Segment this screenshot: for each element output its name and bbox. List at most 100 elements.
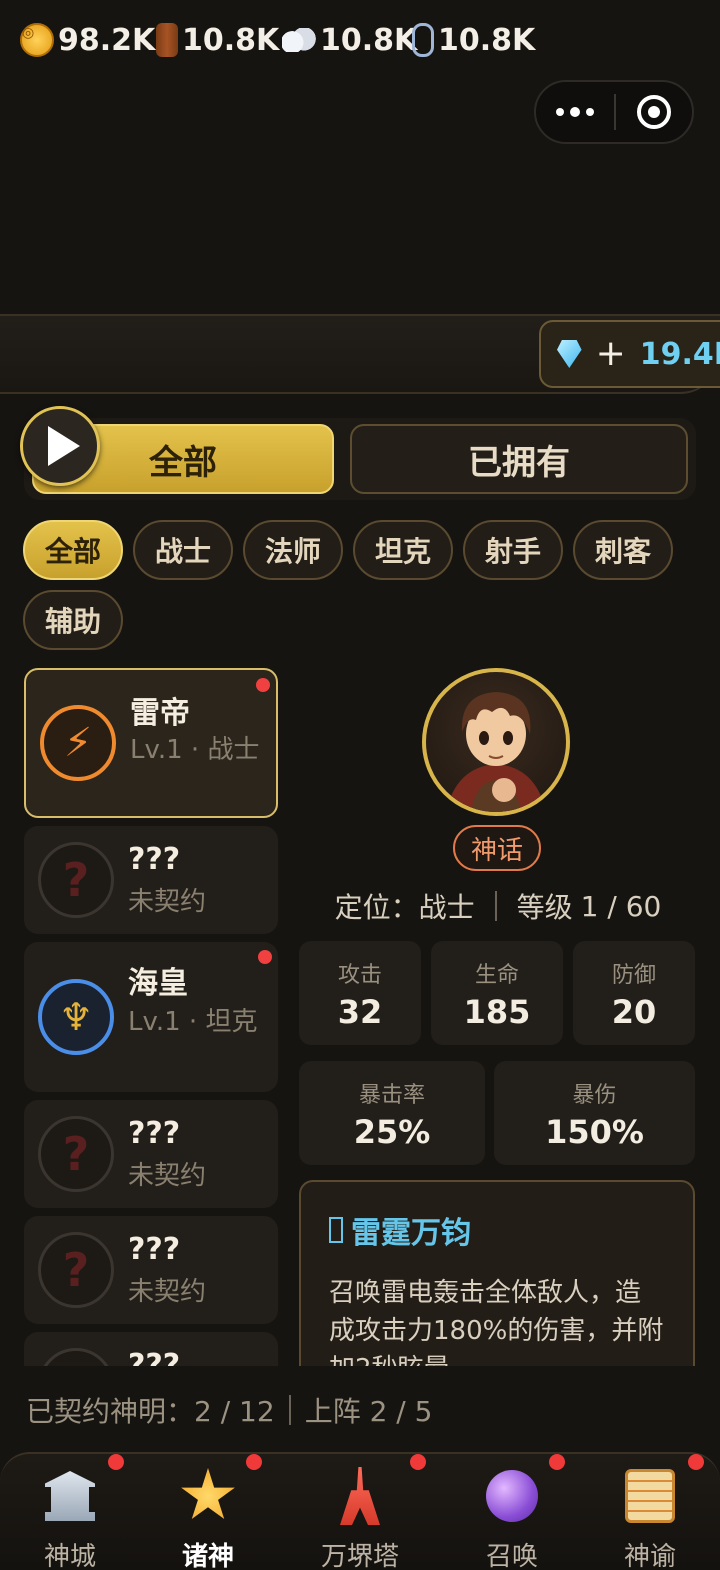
stat-label: 暴击率 xyxy=(358,1083,425,1108)
resource-gold: ◎ 98.2K xyxy=(20,0,155,80)
filter-all[interactable]: 全部 xyxy=(23,520,123,580)
position-label: 定位： xyxy=(334,891,419,924)
skill-title-text: 雷霆万钧 xyxy=(351,1216,471,1251)
hero-portrait xyxy=(422,668,570,816)
hero-card-locked[interactable]: ? ??? 未契约 xyxy=(24,826,278,934)
question-icon: ? xyxy=(38,1116,114,1192)
nav-summon[interactable]: 召唤 xyxy=(452,1454,572,1570)
stat-label: 攻击 xyxy=(337,963,382,988)
hero-name: ??? xyxy=(128,1116,181,1151)
nav-label: 召唤 xyxy=(485,1542,538,1570)
gem-value: 19.4K xyxy=(639,336,720,372)
stat-value: 20 xyxy=(611,993,657,1031)
contracted-count: 已契约神明：2 / 12 xyxy=(26,1395,275,1428)
question-icon: ? xyxy=(38,842,114,918)
wood-log-icon xyxy=(156,23,178,57)
close-miniprogram-icon[interactable] xyxy=(616,82,692,142)
stone-icon xyxy=(282,28,316,52)
hero-name: ??? xyxy=(128,842,181,877)
stat-attack: 攻击 32 xyxy=(299,941,421,1045)
level-label: 等级 xyxy=(516,891,573,924)
diamond-icon xyxy=(557,340,582,368)
hero-card-locked[interactable]: ? ??? 未契约 xyxy=(24,1216,278,1324)
stat-value: 185 xyxy=(463,993,531,1031)
miniprogram-capsule xyxy=(534,80,694,144)
chain-icon xyxy=(412,23,434,57)
resource-wood: 10.8K xyxy=(156,0,279,80)
hero-name: ??? xyxy=(128,1232,181,1267)
hero-card-locked[interactable]: ? ??? 未契约 xyxy=(24,1100,278,1208)
hero-card-haihuang[interactable]: ♆ 海皇 Lv.1 · 坦克 xyxy=(24,942,278,1092)
stat-crit-damage: 暴伤 150% xyxy=(494,1061,695,1165)
hero-name: 雷帝 xyxy=(130,696,190,731)
hero-position-level: 定位： 战士 等级 1 / 60 xyxy=(300,886,696,926)
filter-mage[interactable]: 法师 xyxy=(243,520,343,580)
nav-label: 诸神 xyxy=(181,1542,234,1570)
gem-resource[interactable]: + 19.4K xyxy=(539,320,720,388)
level-value: 1 / 60 xyxy=(580,889,662,923)
contract-summary: 已契约神明：2 / 12 上阵 2 / 5 xyxy=(0,1366,720,1454)
notification-dot xyxy=(688,1454,704,1470)
star-icon xyxy=(181,1468,235,1519)
heroes-screen: ◎ 98.2K 10.8K 10.8K 10.8K + 19.4K 全部 已拥有… xyxy=(0,0,720,1570)
resource-gold-value: 98.2K xyxy=(58,22,156,58)
nav-label: 万堺塔 xyxy=(320,1542,399,1570)
hero-portrait-art xyxy=(446,692,546,812)
hero-sub: 未契约 xyxy=(128,1161,207,1191)
hero-card-leidi[interactable]: ⚡ 雷帝 Lv.1 · 战士 xyxy=(24,668,278,818)
stat-label: 生命 xyxy=(474,963,519,988)
stat-value: 25% xyxy=(353,1113,431,1151)
resource-wood-value: 10.8K xyxy=(182,22,280,58)
skill-icon xyxy=(329,1217,343,1243)
nav-oracle[interactable]: 神谕 xyxy=(590,1454,710,1570)
scroll-icon xyxy=(625,1469,675,1523)
hero-card-locked[interactable]: ? ??? xyxy=(24,1332,278,1366)
notification-dot xyxy=(258,950,272,964)
hero-sub: 未契约 xyxy=(128,887,207,917)
notification-dot xyxy=(108,1454,124,1470)
play-button[interactable] xyxy=(20,406,100,486)
divider xyxy=(494,891,497,921)
trident-icon: ♆ xyxy=(38,979,114,1055)
hero-name: 海皇 xyxy=(128,966,188,1001)
stat-crit-rate: 暴击率 25% xyxy=(299,1061,485,1165)
more-menu-icon[interactable] xyxy=(536,82,614,142)
nav-label: 神城 xyxy=(43,1542,96,1570)
nav-city[interactable]: 神城 xyxy=(10,1454,130,1570)
resource-chain-value: 10.8K xyxy=(438,22,536,58)
nav-label: 神谕 xyxy=(623,1542,676,1570)
notification-dot xyxy=(410,1454,426,1470)
stat-value: 150% xyxy=(545,1113,644,1151)
position-value: 战士 xyxy=(418,891,475,924)
nav-tower[interactable]: 万堺塔 xyxy=(300,1454,426,1570)
hero-sub: 未契约 xyxy=(128,1277,207,1307)
hero-list[interactable]: ⚡ 雷帝 Lv.1 · 战士 ? ??? 未契约 ♆ 海皇 Lv.1 · 坦克 … xyxy=(24,668,280,1366)
gold-coin-icon: ◎ xyxy=(20,23,54,57)
notification-dot xyxy=(549,1454,565,1470)
notification-dot xyxy=(256,678,270,692)
crystal-ball-icon xyxy=(486,1470,538,1522)
rarity-badge: 神话 xyxy=(453,825,541,871)
skill-title: 雷霆万钧 xyxy=(329,1208,665,1252)
filter-tank[interactable]: 坦克 xyxy=(353,520,453,580)
nav-gods[interactable]: 诸神 xyxy=(148,1454,268,1570)
stat-health: 生命 185 xyxy=(431,941,563,1045)
tab-owned[interactable]: 已拥有 xyxy=(350,424,688,494)
hero-sub: Lv.1 · 战士 xyxy=(130,735,260,765)
stat-label: 暴伤 xyxy=(572,1083,617,1108)
filter-assassin[interactable]: 刺客 xyxy=(573,520,673,580)
resource-stone-value: 10.8K xyxy=(320,22,418,58)
divider xyxy=(288,1395,291,1425)
add-gems-button[interactable]: + xyxy=(596,336,626,372)
tower-icon xyxy=(340,1467,380,1525)
filter-warrior[interactable]: 战士 xyxy=(133,520,233,580)
skill-card: 雷霆万钧 召唤雷电轰击全体敌人，造成攻击力180%的伤害，并附加2秒眩晕 xyxy=(299,1180,695,1380)
question-icon: ? xyxy=(38,1232,114,1308)
stat-defense: 防御 20 xyxy=(573,941,695,1045)
bottom-nav: 神城 诸神 万堺塔 召唤 神谕 xyxy=(0,1452,720,1570)
filter-support[interactable]: 辅助 xyxy=(23,590,123,650)
temple-icon xyxy=(45,1471,95,1521)
question-icon: ? xyxy=(38,1348,114,1366)
filter-marksman[interactable]: 射手 xyxy=(463,520,563,580)
play-icon xyxy=(48,426,80,466)
